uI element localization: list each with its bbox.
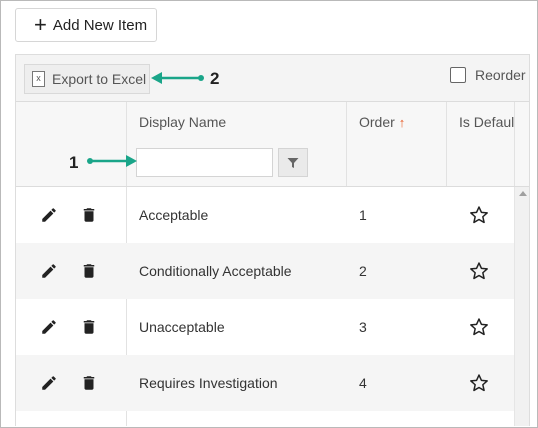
data-grid: x Export to Excel Reorder Display Name O… — [15, 54, 530, 426]
column-header-display-name[interactable]: Display Name — [139, 114, 226, 130]
edit-pencil-icon[interactable] — [40, 206, 58, 224]
column-divider — [446, 140, 447, 186]
reorder-toggle[interactable]: Reorder — [450, 67, 526, 83]
export-to-excel-button[interactable]: x Export to Excel — [24, 64, 150, 94]
star-outline-icon[interactable] — [469, 373, 489, 393]
scroll-up-arrow-icon[interactable] — [519, 191, 527, 196]
star-outline-icon[interactable] — [469, 317, 489, 337]
callout-1-arrow — [87, 155, 137, 167]
plus-icon: + — [34, 12, 47, 37]
column-divider — [346, 102, 347, 140]
add-new-item-button[interactable]: + Add New Item — [15, 8, 157, 42]
star-outline-icon[interactable] — [469, 205, 489, 225]
excel-file-icon: x — [32, 71, 45, 87]
reorder-label: Reorder — [475, 67, 526, 83]
delete-trash-icon[interactable] — [80, 206, 98, 224]
display-name-cell: Unacceptable — [139, 319, 225, 335]
order-cell: 1 — [359, 207, 367, 223]
column-divider — [514, 102, 515, 140]
filter-button[interactable] — [278, 148, 308, 177]
column-divider — [346, 140, 347, 186]
add-new-item-label: Add New Item — [52, 16, 148, 34]
reorder-checkbox[interactable] — [450, 67, 466, 83]
table-row: Acceptable 1 — [16, 187, 514, 243]
delete-trash-icon[interactable] — [80, 262, 98, 280]
callout-2-number: 2 — [210, 69, 220, 88]
grid-body: Acceptable 1 Conditionally Acceptable 2 … — [16, 187, 514, 426]
table-row: Unacceptable 3 — [16, 299, 514, 355]
column-header-order[interactable]: Order ↑ — [359, 114, 405, 130]
column-header-is-default[interactable]: Is Defaul — [459, 114, 514, 130]
table-row: Conditionally Acceptable 2 — [16, 243, 514, 299]
column-divider — [514, 140, 515, 186]
sort-ascending-icon: ↑ — [398, 115, 406, 130]
edit-pencil-icon[interactable] — [40, 318, 58, 336]
grid-toolbar: x Export to Excel Reorder — [16, 55, 529, 102]
order-cell: 4 — [359, 375, 367, 391]
edit-pencil-icon[interactable] — [40, 374, 58, 392]
table-row: Requires Investigation 4 — [16, 355, 514, 411]
delete-trash-icon[interactable] — [80, 374, 98, 392]
order-header-label: Order — [359, 114, 395, 130]
export-label: Export to Excel — [52, 71, 147, 87]
star-outline-icon[interactable] — [469, 261, 489, 281]
callout-1-number: 1 — [69, 153, 79, 172]
funnel-icon — [287, 157, 299, 168]
callout-2-arrow — [151, 72, 204, 84]
column-divider — [126, 102, 127, 140]
vertical-scrollbar[interactable] — [514, 187, 529, 426]
order-cell: 2 — [359, 263, 367, 279]
delete-trash-icon[interactable] — [80, 318, 98, 336]
order-cell: 3 — [359, 319, 367, 335]
display-name-filter-input[interactable] — [136, 148, 273, 177]
column-divider — [446, 102, 447, 140]
display-name-cell: Conditionally Acceptable — [139, 263, 292, 279]
display-name-cell: Requires Investigation — [139, 375, 278, 391]
grid-header: Display Name Order ↑ Is Defaul — [16, 102, 529, 141]
display-name-cell: Acceptable — [139, 207, 209, 223]
edit-pencil-icon[interactable] — [40, 262, 58, 280]
